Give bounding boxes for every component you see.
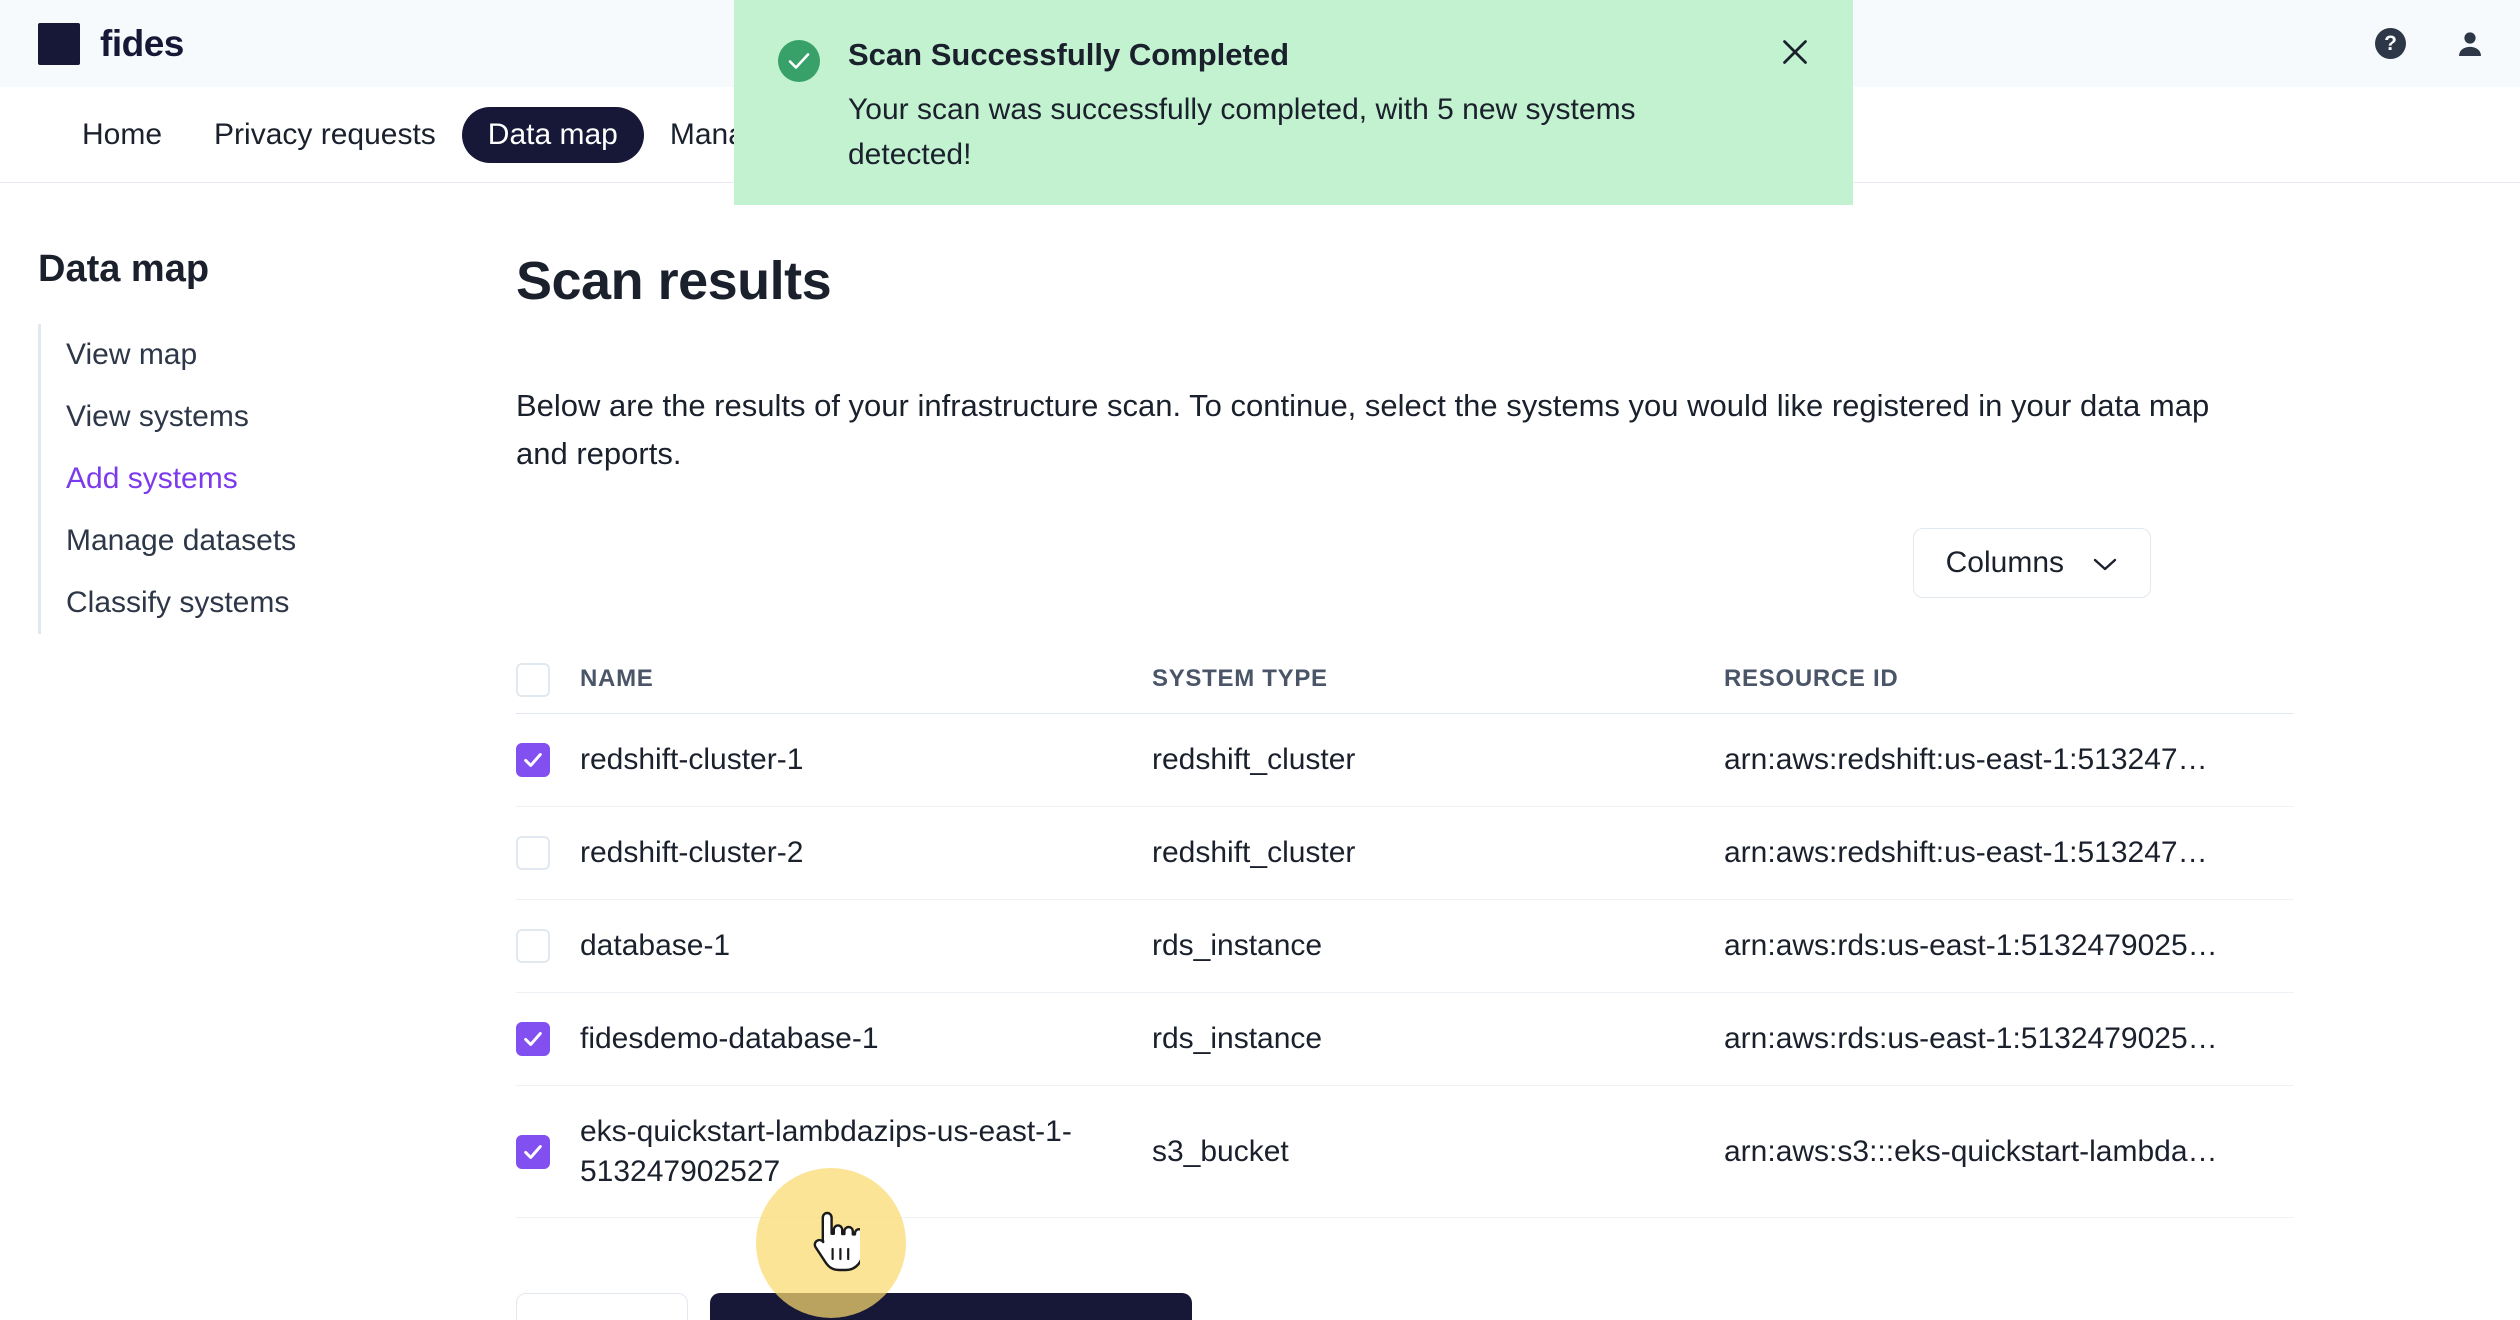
check-circle-icon bbox=[778, 40, 820, 82]
nav-item-privacy-requests[interactable]: Privacy requests bbox=[188, 107, 462, 163]
table-header-row: NAME SYSTEM TYPE RESOURCE ID bbox=[516, 647, 2294, 715]
column-header-system-type[interactable]: SYSTEM TYPE bbox=[1152, 647, 1724, 713]
toast-body: Scan Successfully Completed Your scan wa… bbox=[848, 34, 1753, 205]
close-icon[interactable] bbox=[1777, 34, 1813, 70]
cell-system-type: s3_bucket bbox=[1152, 1134, 1289, 1168]
back-button[interactable]: Back bbox=[516, 1293, 689, 1320]
row-checkbox[interactable] bbox=[516, 1134, 550, 1169]
table-row[interactable]: database-1 rds_instance arn:aws:rds:us-e… bbox=[516, 900, 2294, 993]
success-toast: Scan Successfully Completed Your scan wa… bbox=[734, 0, 1853, 205]
row-checkbox[interactable] bbox=[516, 928, 550, 963]
select-all-checkbox[interactable] bbox=[516, 663, 550, 698]
top-bar-actions: ? bbox=[2375, 0, 2486, 87]
select-all-cell bbox=[516, 663, 580, 698]
cell-resource-id: arn:aws:redshift:us-east-1:513247… bbox=[1724, 835, 2208, 869]
toast-title: Scan Successfully Completed bbox=[848, 37, 1290, 72]
row-checkbox-cell bbox=[516, 928, 580, 963]
cell-resource-id: arn:aws:redshift:us-east-1:513247… bbox=[1724, 743, 2208, 777]
cell-resource-id: arn:aws:rds:us-east-1:5132479025… bbox=[1724, 928, 2218, 962]
row-checkbox-cell bbox=[516, 835, 580, 870]
nav-items: Home Privacy requests Data map Mana bbox=[56, 106, 771, 163]
page-description: Below are the results of your infrastruc… bbox=[516, 388, 2210, 472]
row-checkbox[interactable] bbox=[516, 743, 550, 778]
column-header-resource-id[interactable]: RESOURCE ID bbox=[1724, 647, 2294, 713]
row-checkbox-cell bbox=[516, 1134, 580, 1169]
cell-name: fidesdemo-database-1 bbox=[580, 1021, 879, 1055]
user-avatar-icon[interactable] bbox=[2454, 28, 2486, 60]
cell-resource-id: arn:aws:rds:us-east-1:5132479025… bbox=[1724, 1021, 2218, 1055]
sidebar: Data map View map View systems Add syste… bbox=[38, 248, 478, 634]
cell-name: eks-quickstart-lambdazips-us-east-1-5132… bbox=[580, 1114, 1072, 1188]
sidebar-list: View map View systems Add systems Manage… bbox=[38, 324, 478, 634]
sidebar-title: Data map bbox=[38, 248, 210, 290]
table-row[interactable]: redshift-cluster-1 redshift_cluster arn:… bbox=[516, 714, 2294, 807]
row-checkbox[interactable] bbox=[516, 1021, 550, 1056]
scan-results-table: NAME SYSTEM TYPE RESOURCE ID redshift-cl… bbox=[516, 647, 2294, 1219]
cell-name: database-1 bbox=[580, 928, 731, 962]
sidebar-item-classify-systems[interactable]: Classify systems bbox=[41, 572, 478, 634]
cell-system-type: rds_instance bbox=[1152, 1021, 1323, 1055]
help-circle-icon[interactable]: ? bbox=[2375, 28, 2406, 59]
brand-name: fides bbox=[100, 22, 184, 64]
sidebar-item-view-map[interactable]: View map bbox=[41, 324, 478, 386]
sidebar-item-add-systems[interactable]: Add systems bbox=[41, 448, 478, 510]
columns-dropdown-button[interactable]: Columns bbox=[1912, 528, 2151, 599]
cell-name: redshift-cluster-2 bbox=[580, 835, 804, 869]
cell-system-type: redshift_cluster bbox=[1152, 743, 1356, 777]
column-header-name[interactable]: NAME bbox=[580, 647, 1152, 713]
main-content: Scan results Below are the results of yo… bbox=[516, 250, 2306, 1320]
fides-logo-square-icon bbox=[38, 22, 80, 65]
table-row[interactable]: eks-quickstart-lambdazips-us-east-1-5132… bbox=[516, 1086, 2294, 1219]
row-checkbox[interactable] bbox=[516, 835, 550, 870]
cell-system-type: redshift_cluster bbox=[1152, 835, 1356, 869]
brand-logo[interactable]: fides bbox=[38, 22, 184, 65]
cell-name: redshift-cluster-1 bbox=[580, 743, 804, 777]
table-row[interactable]: redshift-cluster-2 redshift_cluster arn:… bbox=[516, 807, 2294, 900]
sidebar-item-view-systems[interactable]: View systems bbox=[41, 386, 478, 448]
chevron-down-icon bbox=[2092, 546, 2118, 580]
cell-resource-id: arn:aws:s3:::eks-quickstart-lambda… bbox=[1724, 1134, 2218, 1168]
row-checkbox-cell bbox=[516, 743, 580, 778]
footer-actions: Back Register selected systems bbox=[516, 1293, 2306, 1320]
app-root: fides ? Home Privacy requests Data map M… bbox=[0, 0, 2520, 1320]
nav-item-home[interactable]: Home bbox=[56, 107, 188, 163]
page-title: Scan results bbox=[516, 251, 832, 311]
sidebar-item-manage-datasets[interactable]: Manage datasets bbox=[41, 510, 478, 572]
toast-message: Your scan was successfully completed, wi… bbox=[848, 92, 1636, 171]
cell-system-type: rds_instance bbox=[1152, 928, 1323, 962]
columns-button-label: Columns bbox=[1945, 546, 2064, 580]
table-row[interactable]: fidesdemo-database-1 rds_instance arn:aw… bbox=[516, 993, 2294, 1086]
nav-item-data-map[interactable]: Data map bbox=[461, 106, 644, 163]
register-selected-systems-button[interactable]: Register selected systems bbox=[710, 1293, 1192, 1320]
table-toolbar: Columns bbox=[516, 528, 2306, 599]
row-checkbox-cell bbox=[516, 1021, 580, 1056]
